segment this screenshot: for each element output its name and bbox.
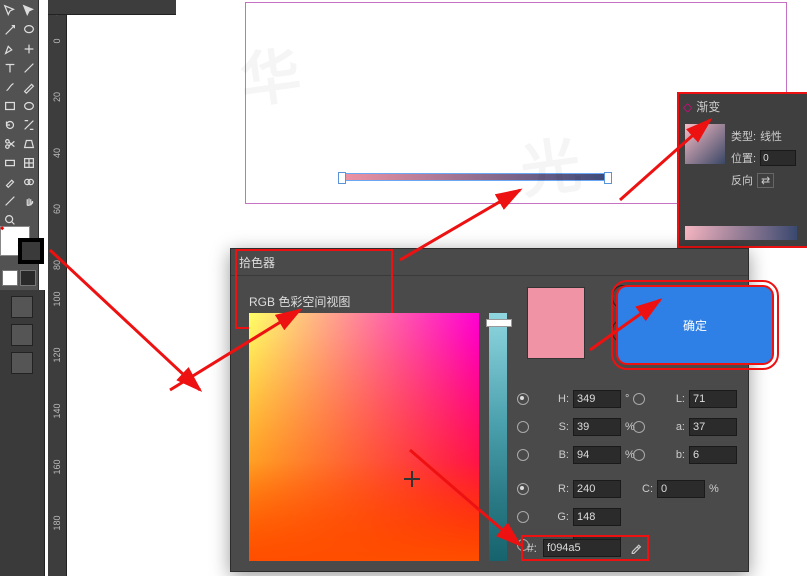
ruler-tick: 20 bbox=[52, 88, 62, 106]
default-colors[interactable] bbox=[2, 270, 18, 286]
hex-label: #: bbox=[527, 541, 537, 555]
ruler-tick: 180 bbox=[52, 514, 62, 532]
ruler-tick: 160 bbox=[52, 458, 62, 476]
tool-scale[interactable] bbox=[20, 116, 37, 133]
input-a[interactable] bbox=[689, 418, 737, 436]
annotation-arrow bbox=[40, 240, 220, 420]
color-picker-dialog: 拾色器 RGB 色彩空间视图 确定 取消 添加 CMYK 色板 H:° S:% … bbox=[230, 248, 749, 572]
radio-g[interactable] bbox=[517, 511, 529, 523]
gradient-reverse-row: 反向 ⇄ bbox=[731, 172, 774, 188]
input-l[interactable] bbox=[689, 390, 737, 408]
resize-handle-right[interactable] bbox=[604, 172, 612, 184]
tool-pencil[interactable] bbox=[20, 78, 37, 95]
stroke-swatch[interactable] bbox=[18, 238, 44, 264]
gradient-panel: ◇ 渐变 类型: 线性 位置: 反向 ⇄ bbox=[677, 92, 807, 248]
input-bv[interactable] bbox=[573, 446, 621, 464]
tool-lasso[interactable] bbox=[20, 21, 37, 38]
input-c[interactable] bbox=[657, 480, 705, 498]
tool-rect[interactable] bbox=[1, 97, 18, 114]
input-h[interactable] bbox=[573, 390, 621, 408]
tool-gradient[interactable] bbox=[1, 154, 18, 171]
radio-a[interactable] bbox=[633, 421, 645, 433]
ruler-tick: 140 bbox=[52, 402, 62, 420]
hue-slider[interactable] bbox=[489, 313, 507, 561]
hue-indicator[interactable] bbox=[486, 319, 512, 327]
tool-mesh[interactable] bbox=[20, 154, 37, 171]
tool-direct-select[interactable] bbox=[20, 2, 37, 19]
side-panel bbox=[0, 290, 45, 576]
tool-selection[interactable] bbox=[1, 2, 18, 19]
hex-row: #: bbox=[521, 535, 649, 561]
tool-hand[interactable] bbox=[20, 192, 37, 209]
tool-brush[interactable] bbox=[1, 78, 18, 95]
tool-type[interactable] bbox=[1, 59, 18, 76]
tool-add-anchor[interactable] bbox=[20, 40, 37, 57]
tool-slice[interactable] bbox=[1, 192, 18, 209]
radio-bv[interactable] bbox=[517, 449, 529, 461]
tool-shear[interactable] bbox=[20, 135, 37, 152]
add-swatch-button[interactable]: 添加 CMYK 色板 bbox=[612, 319, 730, 343]
panel-icon-2[interactable] bbox=[11, 324, 33, 346]
ruler-tick: 0 bbox=[52, 32, 62, 50]
input-g[interactable] bbox=[573, 508, 621, 526]
diamond-icon: ◇ bbox=[683, 100, 692, 114]
color-field[interactable] bbox=[249, 313, 479, 561]
radio-s[interactable] bbox=[517, 421, 529, 433]
ruler-tick: 100 bbox=[52, 290, 62, 308]
color-crosshair bbox=[404, 471, 420, 487]
radio-l[interactable] bbox=[633, 393, 645, 405]
tool-scissors[interactable] bbox=[1, 135, 18, 152]
tool-blend[interactable] bbox=[20, 173, 37, 190]
panel-icon-3[interactable] bbox=[11, 352, 33, 374]
ruler-tick: 120 bbox=[52, 346, 62, 364]
tool-line[interactable] bbox=[20, 59, 37, 76]
swap-colors[interactable] bbox=[20, 270, 36, 286]
panel-icon-1[interactable] bbox=[11, 296, 33, 318]
tool-eyedropper[interactable] bbox=[1, 173, 18, 190]
radio-b2[interactable] bbox=[633, 449, 645, 461]
resize-handle-left[interactable] bbox=[338, 172, 346, 184]
tool-wand[interactable] bbox=[1, 21, 18, 38]
radio-r[interactable] bbox=[517, 483, 529, 495]
gradient-ramp[interactable] bbox=[685, 226, 797, 240]
hex-input[interactable] bbox=[543, 539, 621, 557]
ruler-tick: 80 bbox=[52, 256, 62, 274]
gradient-position-input[interactable] bbox=[760, 150, 796, 166]
tool-rotate[interactable] bbox=[1, 116, 18, 133]
input-b2[interactable] bbox=[689, 446, 737, 464]
input-r[interactable] bbox=[573, 480, 621, 498]
input-s[interactable] bbox=[573, 418, 621, 436]
ruler-tick: 40 bbox=[52, 144, 62, 162]
eyedropper-icon[interactable] bbox=[627, 540, 643, 556]
tool-pen[interactable] bbox=[1, 40, 18, 57]
gradient-type-row: 类型: 线性 bbox=[731, 128, 782, 144]
color-picker-title[interactable]: 拾色器 bbox=[231, 249, 748, 276]
tool-ellipse[interactable] bbox=[20, 97, 37, 114]
new-color-swatch bbox=[527, 287, 585, 359]
color-space-label: RGB 色彩空间视图 bbox=[249, 293, 350, 310]
cancel-button[interactable]: 取消 bbox=[612, 285, 730, 309]
ruler-tick: 60 bbox=[52, 200, 62, 218]
vertical-ruler: 0 0 20 40 60 80 100 120 140 160 180 bbox=[48, 0, 67, 576]
reverse-icon[interactable]: ⇄ bbox=[757, 173, 774, 188]
radio-h[interactable] bbox=[517, 393, 529, 405]
gradient-preview[interactable] bbox=[685, 124, 725, 164]
gradient-panel-title[interactable]: ◇ 渐变 bbox=[683, 98, 720, 115]
gradient-type-value[interactable]: 线性 bbox=[760, 128, 782, 144]
gradient-position-row: 位置: bbox=[731, 150, 796, 166]
gradient-object[interactable] bbox=[341, 174, 609, 180]
horizontal-ruler bbox=[48, 0, 178, 15]
